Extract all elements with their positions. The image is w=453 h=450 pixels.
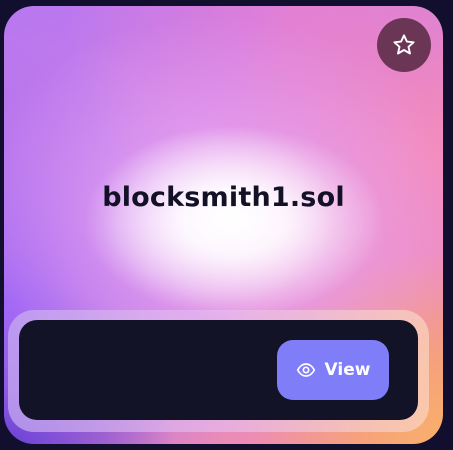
star-icon — [392, 33, 416, 57]
eye-icon — [296, 360, 316, 380]
favorite-button[interactable] — [377, 18, 431, 72]
view-button[interactable]: View — [277, 340, 389, 400]
view-button-label: View — [324, 360, 371, 380]
stage: blocksmith1.sol View — [0, 0, 453, 450]
domain-name: blocksmith1.sol — [102, 182, 345, 213]
